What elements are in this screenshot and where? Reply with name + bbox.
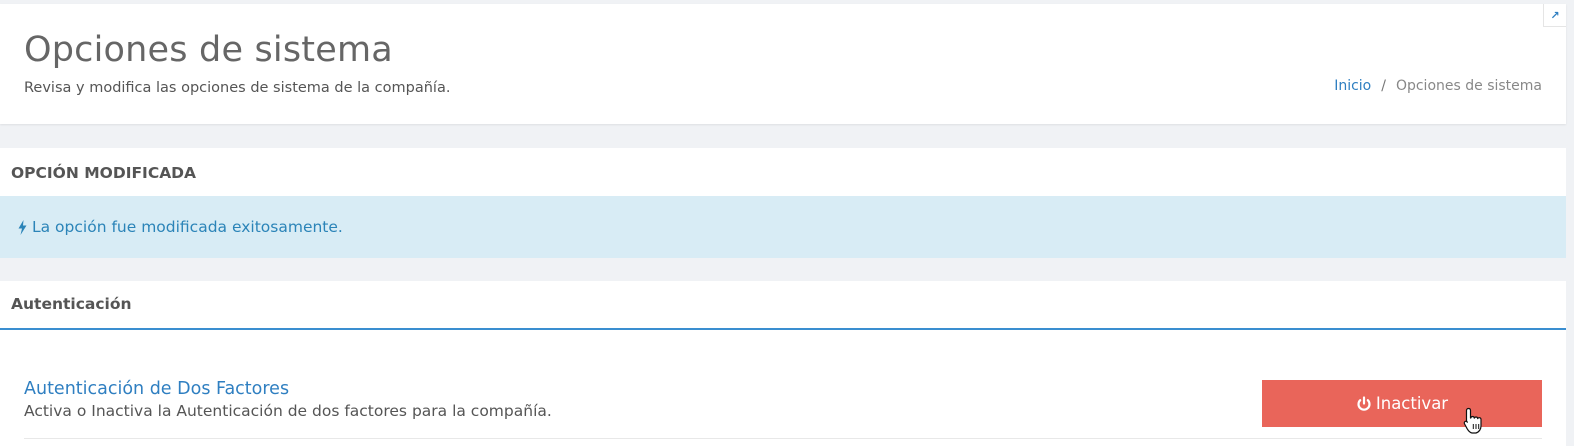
power-icon: [1357, 395, 1371, 411]
message-panel: OPCIÓN MODIFICADA La opción fue modifica…: [0, 148, 1566, 258]
breadcrumb-current: Opciones de sistema: [1395, 78, 1542, 94]
expand-icon[interactable]: ↗: [1543, 4, 1566, 27]
breadcrumb-home-link[interactable]: Inicio: [1334, 78, 1371, 94]
auth-panel: Autenticación Autenticación de Dos Facto…: [0, 281, 1566, 446]
auth-panel-header: Autenticación: [0, 281, 1566, 330]
page-header: ↗ Opciones de sistema Revisa y modifica …: [0, 4, 1566, 124]
inactivate-button-label: Inactivar: [1375, 394, 1449, 413]
page-subtitle: Revisa y modifica las opciones de sistem…: [24, 80, 451, 96]
option-divider: [24, 438, 1542, 439]
option-title: Autenticación de Dos Factores: [24, 379, 290, 399]
success-alert: La opción fue modificada exitosamente.: [0, 196, 1566, 258]
option-description: Activa o Inactiva la Autenticación de do…: [24, 402, 552, 420]
auth-panel-title: Autenticación: [11, 295, 132, 313]
bolt-icon: [18, 219, 27, 235]
inactivate-button[interactable]: Inactivar: [1262, 380, 1542, 427]
breadcrumb: Inicio / Opciones de sistema: [1334, 76, 1542, 96]
breadcrumb-separator: /: [1381, 78, 1386, 94]
page-title: Opciones de sistema: [24, 30, 393, 70]
message-panel-title: OPCIÓN MODIFICADA: [11, 164, 197, 182]
alert-text: La opción fue modificada exitosamente.: [32, 218, 343, 236]
